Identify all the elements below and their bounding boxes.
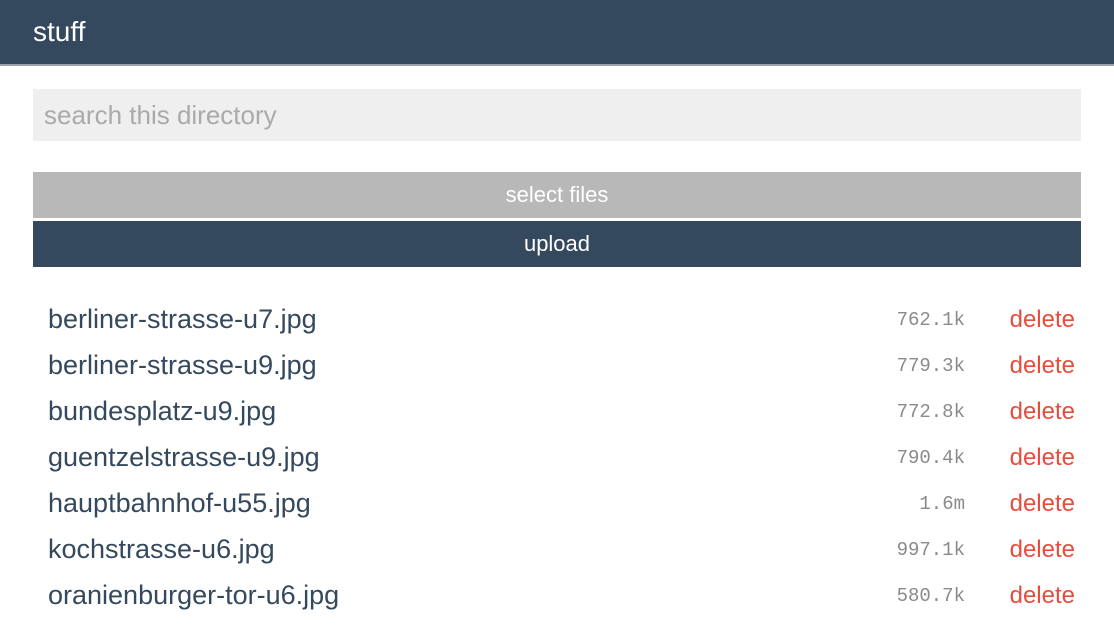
file-row: guentzelstrasse-u9.jpg 790.4k delete <box>33 435 1081 481</box>
delete-link[interactable]: delete <box>1010 442 1075 474</box>
file-row: oranienburger-tor-u6.jpg 580.7k delete <box>33 573 1081 619</box>
delete-link[interactable]: delete <box>1010 304 1075 336</box>
file-row: berliner-strasse-u9.jpg 779.3k delete <box>33 343 1081 389</box>
directory-title: stuff <box>33 16 86 47</box>
delete-link[interactable]: delete <box>1010 580 1075 612</box>
delete-link[interactable]: delete <box>1010 488 1075 520</box>
select-files-button[interactable]: select files <box>33 172 1081 218</box>
file-size: 1.6m <box>919 493 965 515</box>
file-name-link[interactable]: kochstrasse-u6.jpg <box>48 531 275 567</box>
file-list: berliner-strasse-u7.jpg 762.1k delete be… <box>33 297 1081 619</box>
file-size: 790.4k <box>896 447 965 469</box>
file-size: 779.3k <box>896 355 965 377</box>
file-size: 762.1k <box>896 309 965 331</box>
file-name-link[interactable]: hauptbahnhof-u55.jpg <box>48 485 311 521</box>
search-input[interactable] <box>33 89 1081 141</box>
file-size: 580.7k <box>896 585 965 607</box>
file-name-link[interactable]: berliner-strasse-u7.jpg <box>48 301 317 337</box>
file-size: 772.8k <box>896 401 965 423</box>
delete-link[interactable]: delete <box>1010 396 1075 428</box>
file-row: hauptbahnhof-u55.jpg 1.6m delete <box>33 481 1081 527</box>
file-row: berliner-strasse-u7.jpg 762.1k delete <box>33 297 1081 343</box>
file-name-link[interactable]: oranienburger-tor-u6.jpg <box>48 577 339 613</box>
app-header: stuff <box>0 0 1114 66</box>
file-name-link[interactable]: berliner-strasse-u9.jpg <box>48 347 317 383</box>
file-size: 997.1k <box>896 539 965 561</box>
upload-button[interactable]: upload <box>33 221 1081 267</box>
delete-link[interactable]: delete <box>1010 534 1075 566</box>
delete-link[interactable]: delete <box>1010 350 1075 382</box>
file-name-link[interactable]: guentzelstrasse-u9.jpg <box>48 439 320 475</box>
file-name-link[interactable]: bundesplatz-u9.jpg <box>48 393 276 429</box>
file-row: bundesplatz-u9.jpg 772.8k delete <box>33 389 1081 435</box>
file-row: kochstrasse-u6.jpg 997.1k delete <box>33 527 1081 573</box>
